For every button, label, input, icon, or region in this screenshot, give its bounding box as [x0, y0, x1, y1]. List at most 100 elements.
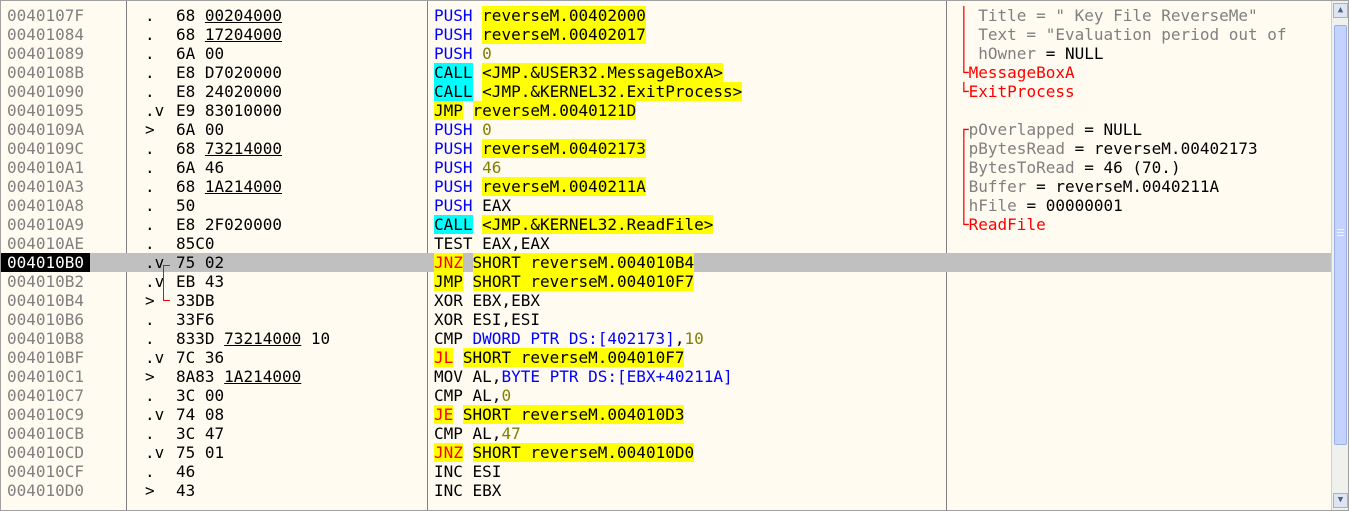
jump-mark-cell: .	[145, 82, 155, 101]
hex-bytes-cell: 50	[176, 196, 195, 215]
disasm-row[interactable]: 0040109C. 68 73214000 PUSH reverseM.004021…	[1, 139, 1331, 158]
disasm-part: XOR EBX,EBX	[434, 291, 540, 310]
jump-mark-cell: .	[145, 63, 155, 82]
disassembly-cell: TEST EAX,EAX	[434, 234, 550, 253]
disasm-part: PUSH	[434, 177, 473, 196]
disasm-part: reverseM.0040121D	[472, 101, 637, 120]
disasm-part: 46	[482, 158, 502, 177]
address-cell: 004010B6	[7, 310, 85, 329]
comment-part: hOwner	[978, 44, 1037, 63]
hex-bytes-cell: 43	[176, 481, 195, 500]
disasm-part: <JMP.&KERNEL32.ExitProcess>	[482, 82, 743, 101]
comment-part: MessageBoxA	[968, 63, 1075, 82]
disasm-part: CMP	[434, 329, 473, 348]
disasm-part: DWORD PTR DS:[402173]	[472, 329, 675, 348]
hex-part: 17204000	[204, 25, 282, 44]
hex-part: 74 08	[176, 405, 225, 424]
scroll-thumb[interactable]	[1334, 25, 1347, 445]
disasm-part: JMP	[434, 272, 463, 291]
disasm-row[interactable]: 0040109A >6A 00 PUSH 0 ┌pOverlapped = NULL	[1, 120, 1331, 139]
disasm-row[interactable]: 00401095 .v E9 83010000 JMP reverseM.004012…	[1, 101, 1331, 120]
address-cell: 0040107F	[7, 6, 85, 25]
hex-part: 1A214000	[224, 367, 302, 386]
comment-part: ReadFile	[968, 215, 1046, 234]
address-cell: 00401084	[7, 25, 85, 44]
hex-bytes-cell: 33DB	[176, 291, 215, 310]
jump-mark-cell: .v	[145, 272, 165, 291]
disasm-part: CALL	[434, 63, 473, 82]
disasm-row[interactable]: 004010AE. 85C0 TEST EAX,EAX	[1, 234, 1331, 253]
comment-cell: │Buffer = reverseM.0040211A	[959, 177, 1219, 196]
disasm-row[interactable]: 0040107F. 68 00204000 PUSH reverseM.004020…	[1, 6, 1331, 25]
disasm-part: XOR ESI,ESI	[434, 310, 540, 329]
disasm-part: CALL	[434, 82, 473, 101]
comment-cell: │BytesToRead = 46 (70.)	[959, 158, 1181, 177]
scroll-up-arrow-icon[interactable]: ▲	[1333, 3, 1348, 18]
disasm-row[interactable]: 004010BF .v 7C 36 JL SHORT reverseM.004010F…	[1, 348, 1331, 367]
disasm-row[interactable]: 004010CD .v 75 01 JNZ SHORT reverseM.004010…	[1, 443, 1331, 462]
address-cell: 004010CB	[7, 424, 85, 443]
disasm-row[interactable]: 00401090. E8 24020000 CALL <JMP.&KERNEL32.…	[1, 82, 1331, 101]
disasm-row[interactable]: 004010B4 >33DB XOR EBX,EBX	[1, 291, 1331, 310]
disasm-row[interactable]: 00401089. 6A 00 PUSH 0 │ hOwner = NULL	[1, 44, 1331, 63]
address-cell: 004010B8	[7, 329, 85, 348]
disasm-row[interactable]: 004010C1 >8A83 1A214000 MOV AL,BYTE PTR DS…	[1, 367, 1331, 386]
disasm-row[interactable]: 004010C9 .v 74 08 JE SHORT reverseM.004010D…	[1, 405, 1331, 424]
disassembly-cell: CMP AL,0	[434, 386, 511, 405]
disasm-part: TEST EAX,EAX	[434, 234, 550, 253]
disasm-part: reverseM.00402173	[482, 139, 646, 158]
hex-part: E8 24020000	[176, 82, 282, 101]
disasm-part: SHORT reverseM.004010F7	[462, 348, 685, 367]
disasm-row[interactable]: 00401084. 68 17204000 PUSH reverseM.004020…	[1, 25, 1331, 44]
hex-part: EB 43	[176, 272, 225, 291]
hex-bytes-cell: E8 24020000	[176, 82, 282, 101]
disasm-row[interactable]: 004010D0 >43 INC EBX	[1, 481, 1331, 500]
hex-part: 6A 00	[176, 44, 225, 63]
disasm-row[interactable]: 004010B0 .v 75 02 JNZ SHORT reverseM.004010…	[1, 253, 1331, 272]
disasm-row[interactable]: 004010B8. 833D 73214000 10 CMP DWORD PTR D…	[1, 329, 1331, 348]
hex-part: 33F6	[176, 310, 215, 329]
hex-bytes-cell: 75 01	[176, 443, 224, 462]
disasm-row[interactable]: 004010CF. 46 INC ESI	[1, 462, 1331, 481]
jump-mark-cell: >	[145, 120, 155, 139]
disassembly-cell: CALL <JMP.&USER32.MessageBoxA>	[434, 63, 723, 82]
disasm-part: EAX	[472, 196, 512, 215]
hex-bytes-cell: 68 73214000	[176, 139, 282, 158]
disasm-part	[473, 6, 483, 25]
disasm-row[interactable]: 004010B2 .v EB 43 JMP SHORT reverseM.004010…	[1, 272, 1331, 291]
disasm-part: 10	[684, 329, 704, 348]
disasm-row[interactable]: 004010C7. 3C 00 CMP AL,0	[1, 386, 1331, 405]
disasm-part: 0	[482, 44, 492, 63]
disasm-part: PUSH	[434, 120, 473, 139]
disasm-part: <JMP.&USER32.MessageBoxA>	[482, 63, 723, 82]
address-cell: 004010CD	[7, 443, 85, 462]
hex-bytes-cell: 3C 47	[176, 424, 224, 443]
scroll-down-arrow-icon[interactable]: ▼	[1333, 493, 1348, 508]
vertical-scrollbar[interactable]: ▲ ▼	[1331, 1, 1348, 510]
disassembly-cell: CMP DWORD PTR DS:[402173],10	[434, 329, 704, 348]
disassembly-pane[interactable]: 0040107F. 68 00204000 PUSH reverseM.004020…	[0, 0, 1349, 511]
jump-mark-cell: .v	[145, 253, 165, 272]
jump-arrow-bracket	[163, 265, 170, 301]
disasm-row[interactable]: 004010A3. 68 1A214000 PUSH reverseM.004021…	[1, 177, 1331, 196]
disassembly-cell: PUSH 0	[434, 120, 492, 139]
disasm-row[interactable]: 004010B6. 33F6 XOR ESI,ESI	[1, 310, 1331, 329]
hex-bytes-cell: 6A 46	[176, 158, 224, 177]
comment-part: Text = "Evaluation period out of	[978, 25, 1287, 44]
disasm-row[interactable]: 004010CB. 3C 47 CMP AL,47	[1, 424, 1331, 443]
hex-part: 85C0	[176, 234, 215, 253]
disasm-part	[473, 215, 483, 234]
jump-mark-cell: .	[145, 158, 155, 177]
disasm-row[interactable]: 004010A1. 6A 46 PUSH 46 │BytesToRead = 46 (…	[1, 158, 1331, 177]
disasm-row[interactable]: 0040108B. E8 D7020000 CALL <JMP.&USER32.Me…	[1, 63, 1331, 82]
hex-part: 75 02	[176, 253, 225, 272]
jump-mark-cell: .v	[145, 348, 165, 367]
disasm-part	[463, 253, 473, 272]
hex-part: E8 D7020000	[176, 63, 282, 82]
disasm-row[interactable]: 004010A8. 50 PUSH EAX │hFile = 00000001	[1, 196, 1331, 215]
disasm-part: JE	[434, 405, 454, 424]
hex-bytes-cell: E9 83010000	[176, 101, 282, 120]
disasm-part: JL	[434, 348, 454, 367]
address-cell: 004010B2	[7, 272, 85, 291]
disasm-row[interactable]: 004010A9. E8 2F020000 CALL <JMP.&KERNEL32.…	[1, 215, 1331, 234]
